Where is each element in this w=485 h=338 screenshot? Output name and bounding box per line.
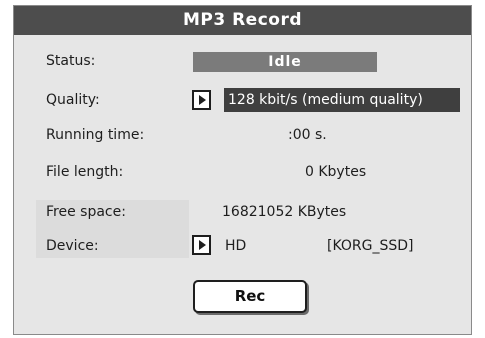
free-space-value: 16821052 KBytes (222, 204, 347, 220)
running-time-value: :00 s. (288, 127, 327, 143)
device-label: Device: (46, 238, 99, 254)
device-value[interactable]: HD (225, 238, 246, 254)
file-length-label: File length: (46, 164, 124, 180)
free-space-label: Free space: (46, 204, 126, 220)
status-badge: Idle (193, 52, 377, 72)
status-label: Status: (46, 53, 96, 69)
quality-label: Quality: (46, 92, 100, 108)
device-name: [KORG_SSD] (327, 238, 414, 254)
mp3-record-dialog: MP3 Record Status: Idle Quality: 128 kbi… (13, 5, 472, 335)
device-arrow-icon[interactable] (192, 235, 211, 255)
rec-button[interactable]: Rec (193, 280, 307, 313)
file-length-value: 0 Kbytes (305, 164, 367, 180)
running-time-label: Running time: (46, 127, 145, 143)
dialog-title: MP3 Record (14, 6, 471, 35)
quality-arrow-icon[interactable] (192, 90, 211, 110)
quality-value[interactable]: 128 kbit/s (medium quality) (224, 88, 460, 112)
